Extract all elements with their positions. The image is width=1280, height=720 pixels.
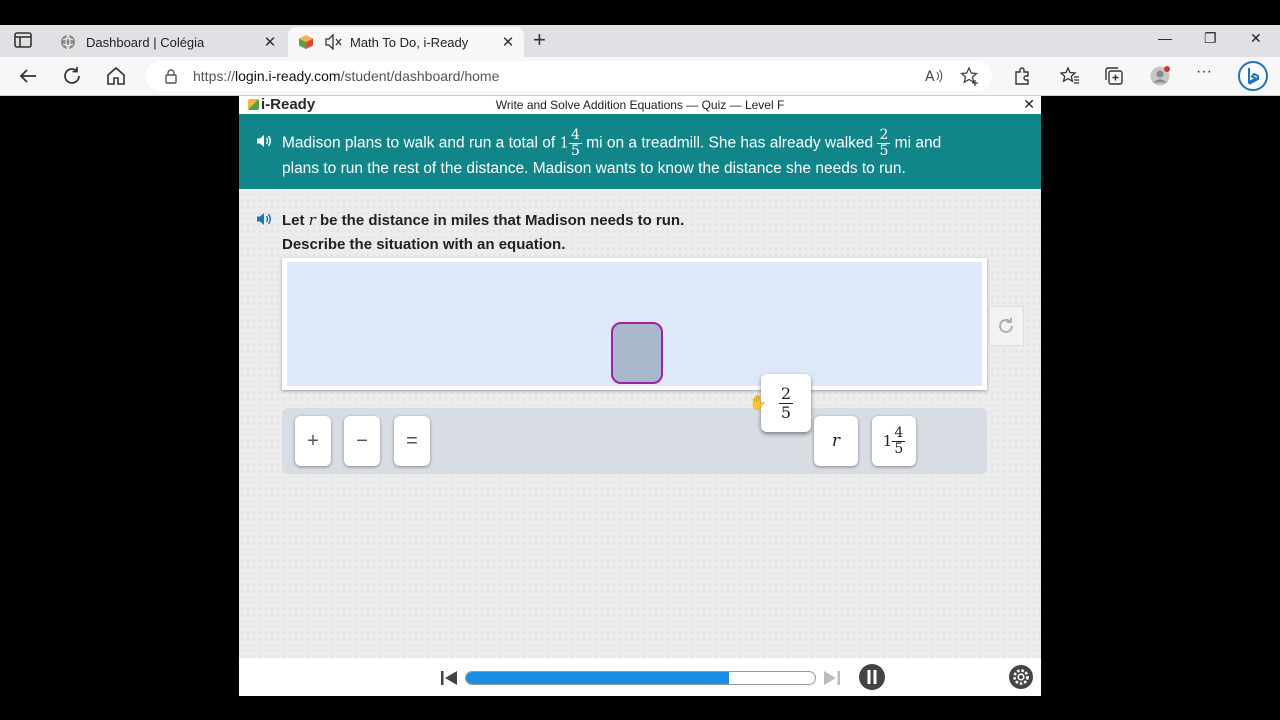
bing-chat-icon[interactable] bbox=[1238, 61, 1268, 91]
tab-actions-icon[interactable] bbox=[14, 32, 32, 48]
app-header: i-Ready Write and Solve Addition Equatio… bbox=[239, 96, 1041, 114]
reset-button[interactable] bbox=[989, 306, 1024, 346]
pause-button[interactable] bbox=[859, 664, 885, 690]
reset-icon bbox=[999, 317, 1013, 333]
new-tab-button[interactable]: + bbox=[533, 28, 546, 52]
favorites-icon[interactable] bbox=[1060, 66, 1080, 86]
url-text: https://login.i-ready.com/student/dashbo… bbox=[193, 68, 500, 84]
settings-gear-icon[interactable] bbox=[1008, 664, 1034, 690]
iready-cube-icon bbox=[299, 35, 313, 49]
dragging-fraction-tile[interactable]: 25 bbox=[761, 374, 811, 432]
fraction-total: 45 bbox=[569, 127, 582, 159]
progress-fill bbox=[466, 672, 730, 684]
refresh-icon[interactable] bbox=[61, 65, 83, 87]
tab-close-icon[interactable]: ✕ bbox=[498, 33, 518, 51]
svg-text:A: A bbox=[925, 69, 935, 85]
problem-banner: Madison plans to walk and run a total of… bbox=[239, 114, 1041, 189]
lesson-controls bbox=[239, 658, 1041, 696]
next-icon[interactable] bbox=[823, 670, 841, 686]
address-bar-row: https://login.i-ready.com/student/dashbo… bbox=[0, 57, 1280, 96]
problem-line-2: plans to run the rest of the distance. M… bbox=[282, 160, 906, 177]
previous-icon[interactable] bbox=[440, 670, 458, 686]
drop-slot[interactable] bbox=[611, 322, 663, 384]
url-field[interactable]: https://login.i-ready.com/student/dashbo… bbox=[146, 61, 992, 91]
home-icon[interactable] bbox=[105, 65, 127, 87]
question-prompt: Let r be the distance in miles that Madi… bbox=[282, 211, 685, 253]
restore-button[interactable]: ❐ bbox=[1204, 30, 1217, 47]
tab-title: Math To Do, i-Ready bbox=[350, 34, 469, 50]
globe-icon bbox=[61, 34, 75, 50]
profile-avatar-icon[interactable] bbox=[1150, 66, 1170, 86]
tile-tray: + − = r 145 bbox=[282, 408, 987, 474]
favorite-add-icon[interactable] bbox=[960, 66, 980, 86]
tab-dashboard[interactable]: Dashboard | Colégia ✕ bbox=[50, 27, 286, 57]
equation-workspace bbox=[282, 258, 987, 390]
window-close-button[interactable]: ✕ bbox=[1250, 30, 1262, 47]
mixed-number-tile[interactable]: 145 bbox=[872, 416, 916, 466]
speaker-icon[interactable] bbox=[256, 212, 272, 226]
tab-close-icon[interactable]: ✕ bbox=[260, 33, 280, 51]
lesson-close-button[interactable]: ✕ bbox=[1023, 96, 1035, 113]
back-icon[interactable] bbox=[17, 65, 39, 87]
muted-speaker-icon[interactable] bbox=[324, 34, 342, 50]
iready-lesson: i-Ready Write and Solve Addition Equatio… bbox=[239, 96, 1041, 696]
tab-strip: Dashboard | Colégia ✕ Math To Do, i-Read… bbox=[0, 25, 1280, 75]
plus-tile[interactable]: + bbox=[295, 416, 331, 466]
tab-title: Dashboard | Colégia bbox=[86, 34, 205, 50]
tab-iready[interactable]: Math To Do, i-Ready ✕ bbox=[288, 27, 524, 57]
equals-tile[interactable]: = bbox=[394, 416, 430, 466]
more-options-icon[interactable]: ··· bbox=[1196, 63, 1216, 83]
lesson-title: Write and Solve Addition Equations — Qui… bbox=[495, 98, 785, 112]
grab-cursor-icon: ✋ bbox=[749, 394, 767, 410]
variable-r-tile[interactable]: r bbox=[814, 416, 858, 466]
speaker-icon[interactable] bbox=[256, 134, 272, 148]
lock-icon[interactable] bbox=[164, 68, 178, 84]
problem-line-1: Madison plans to walk and run a total of… bbox=[282, 127, 942, 159]
lesson-progress-bar bbox=[465, 671, 816, 685]
equation-drop-area[interactable] bbox=[287, 262, 982, 386]
pause-icon bbox=[867, 670, 877, 684]
minimize-button[interactable]: — bbox=[1158, 30, 1172, 46]
collections-icon[interactable] bbox=[1104, 66, 1124, 86]
minus-tile[interactable]: − bbox=[344, 416, 380, 466]
fraction-walked: 25 bbox=[877, 127, 891, 159]
read-aloud-icon[interactable]: A bbox=[924, 66, 944, 86]
extensions-icon[interactable] bbox=[1012, 66, 1032, 86]
